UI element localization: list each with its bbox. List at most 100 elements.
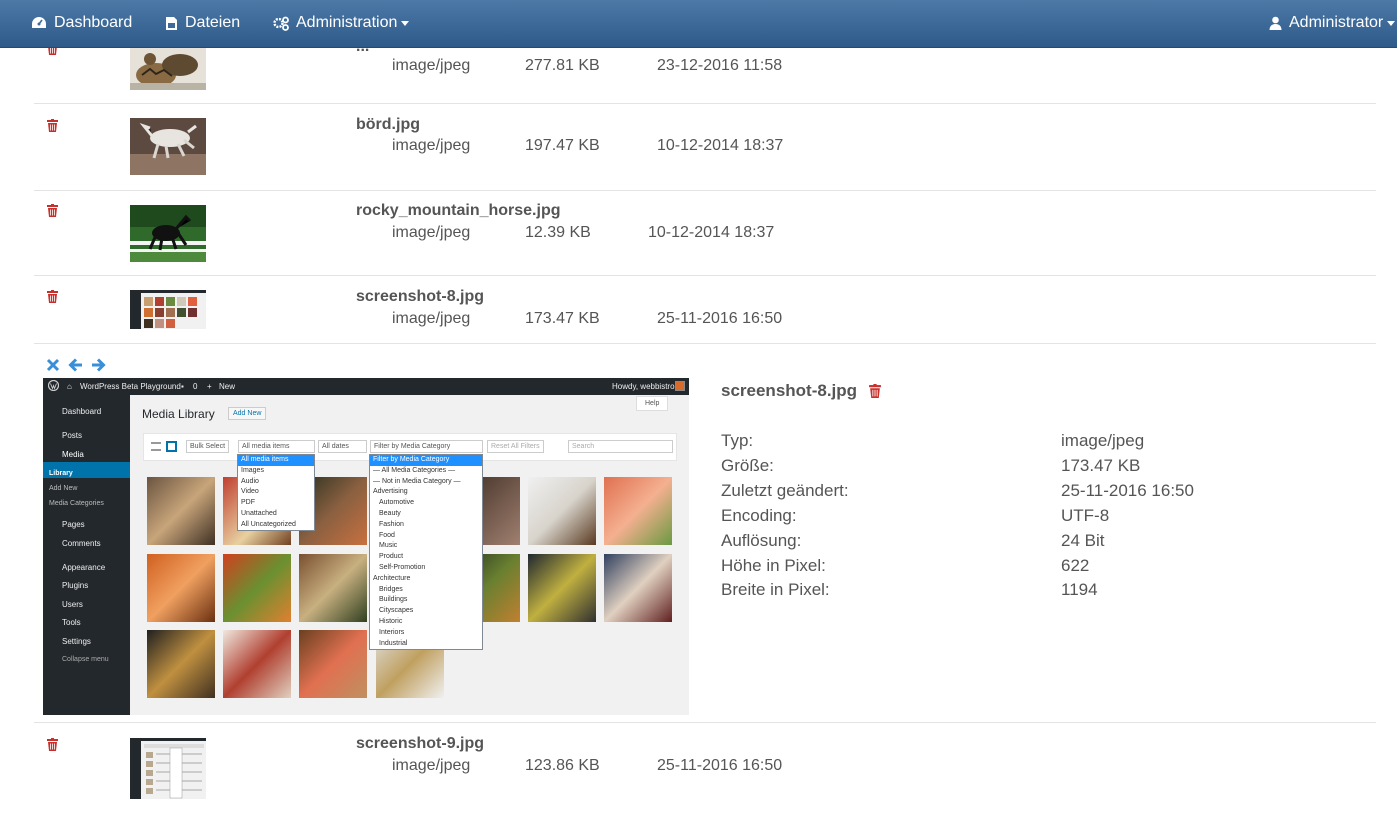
detail-value: 25-11-2016 16:50 (1061, 481, 1194, 500)
wp-items-dropdown: All media items Images Audio Video PDF U… (237, 454, 315, 531)
media-thumbnail (299, 554, 367, 622)
wp-bulk-select: Bulk Select (186, 440, 230, 453)
home-icon: ⌂ (67, 382, 72, 391)
wp-submenu-add-new: Add New (49, 485, 78, 492)
close-icon[interactable] (46, 358, 60, 377)
wp-dropdown-option: Self-Promotion (379, 563, 426, 571)
file-name[interactable]: börd.jpg (356, 116, 420, 134)
user-icon (1269, 16, 1282, 30)
file-row: ... image/jpeg 277.81 KB 23-12-2016 11:5… (34, 38, 1376, 104)
comment-icon: ▪ (181, 382, 184, 391)
wp-dropdown-option: Historic (379, 617, 403, 625)
file-thumbnail[interactable] (130, 118, 206, 175)
wp-comment-count: 0 (193, 382, 198, 391)
file-thumbnail[interactable] (130, 290, 206, 329)
file-date: 10-12-2014 18:37 (648, 224, 775, 241)
wp-filter-category: Filter by Media Category (370, 440, 483, 453)
plus-icon: + (207, 382, 212, 391)
preview-controls (46, 358, 106, 377)
wp-dropdown-option: Advertising (373, 488, 408, 496)
wp-dropdown-option: Audio (241, 477, 259, 485)
wp-dropdown-option: Music (379, 542, 398, 550)
file-name[interactable]: rocky_mountain_horse.jpg (356, 202, 561, 220)
detail-value: 24 Bit (1061, 531, 1105, 550)
wp-dropdown-option: All Uncategorized (241, 520, 296, 528)
file-type: image/jpeg (392, 224, 471, 241)
wp-menu-tools: Tools (62, 618, 81, 627)
wp-menu-settings: Settings (62, 637, 91, 646)
wp-menu-comments: Comments (62, 539, 101, 548)
file-thumbnail[interactable] (130, 738, 206, 799)
preview-image[interactable]: ⌂ WordPress Beta Playground ▪ 0 + New Ho… (43, 378, 689, 715)
file-size: 277.81 KB (525, 57, 600, 74)
trash-icon[interactable] (47, 738, 58, 751)
detail-value: image/jpeg (1061, 431, 1145, 450)
wp-dropdown-option: Beauty (379, 509, 401, 517)
trash-icon[interactable] (47, 290, 58, 303)
nav-user-menu[interactable]: Administrator (1269, 0, 1396, 46)
file-date: 25-11-2016 16:50 (657, 310, 783, 327)
chevron-down-icon (401, 20, 410, 26)
wp-dropdown-option: Images (241, 466, 264, 474)
detail-label: Breite in Pixel: (721, 580, 830, 599)
nav-files[interactable]: Dateien (165, 0, 240, 46)
media-thumbnail (147, 554, 215, 622)
file-name[interactable]: screenshot-8.jpg (356, 288, 484, 306)
wp-admin-bar: ⌂ WordPress Beta Playground ▪ 0 + New Ho… (43, 378, 689, 395)
detail-label: Zuletzt geändert: (721, 481, 849, 500)
wp-new: New (219, 382, 236, 391)
wp-dropdown-option: Cityscapes (379, 607, 414, 615)
media-thumbnail (223, 554, 291, 622)
nav-administration[interactable]: Administration (273, 0, 410, 46)
trash-icon[interactable] (47, 204, 58, 217)
wp-site-name: WordPress Beta Playground (80, 382, 181, 391)
nav-administration-label: Administration (296, 14, 398, 31)
wp-menu-plugins: Plugins (62, 581, 89, 590)
file-size: 197.47 KB (525, 137, 600, 154)
avatar (675, 381, 685, 391)
wp-media-library-title: Media Library (142, 407, 215, 421)
wp-dropdown-option: Filter by Media Category (370, 455, 482, 466)
file-size: 173.47 KB (525, 310, 600, 327)
media-thumbnail (147, 630, 215, 698)
detail-value: UTF-8 (1061, 506, 1110, 525)
grid-view-icon (166, 441, 177, 452)
wp-dropdown-option: — Not in Media Category — (373, 477, 461, 485)
wp-menu-collapse: Collapse menu (62, 656, 109, 663)
dashboard-icon (32, 17, 46, 28)
wp-howdy: Howdy, webbistro (612, 382, 675, 391)
file-thumbnail[interactable] (130, 45, 206, 90)
wp-dropdown-option: All media items (238, 455, 314, 466)
nav-dashboard-label: Dashboard (54, 14, 133, 31)
file-size: 123.86 KB (525, 757, 600, 774)
wp-dropdown-option: Architecture (373, 574, 411, 582)
file-type: image/jpeg (392, 757, 471, 774)
detail-label: Höhe in Pixel: (721, 556, 826, 575)
file-thumbnail[interactable] (130, 205, 206, 262)
detail-label: Auflösung: (721, 531, 802, 550)
media-thumbnail (604, 477, 672, 545)
arrow-right-icon[interactable] (91, 358, 106, 377)
detail-label: Encoding: (721, 506, 797, 525)
wp-submenu-library: Library (49, 470, 73, 477)
wp-dropdown-option: Buildings (379, 596, 408, 604)
arrow-left-icon[interactable] (68, 358, 83, 377)
file-row: börd.jpg image/jpeg 197.47 KB 10-12-2014… (34, 104, 1376, 191)
wp-dropdown-option: Food (379, 531, 395, 539)
media-thumbnail (299, 630, 367, 698)
wp-menu-users: Users (62, 600, 83, 609)
wp-menu-appearance: Appearance (62, 563, 106, 572)
file-row: screenshot-9.jpg image/jpeg 123.86 KB 25… (34, 723, 1376, 818)
media-thumbnail (528, 477, 596, 545)
media-thumbnail (223, 630, 291, 698)
trash-icon[interactable] (869, 384, 881, 403)
trash-icon[interactable] (47, 119, 58, 132)
file-name[interactable]: screenshot-9.jpg (356, 735, 484, 753)
wp-menu-media: Media (62, 450, 84, 459)
file-type: image/jpeg (392, 137, 471, 154)
nav-dashboard[interactable]: Dashboard (31, 0, 132, 46)
wp-menu-posts: Posts (62, 431, 83, 440)
wp-sidebar: Dashboard Posts Media Library Add New Me… (43, 395, 130, 715)
details-file-name: screenshot-8.jpg (721, 381, 858, 400)
wp-dropdown-option: Product (379, 553, 404, 561)
